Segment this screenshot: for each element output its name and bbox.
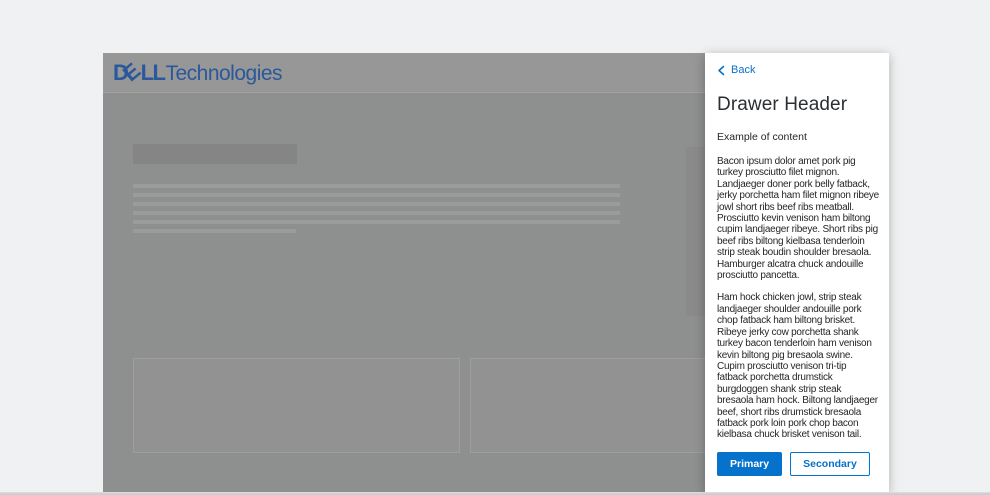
drawer-footer: Primary Secondary (717, 451, 870, 476)
primary-button[interactable]: Primary (717, 451, 783, 476)
chevron-left-icon (717, 65, 726, 76)
logo-dell-wordmark: D E LL (113, 58, 166, 86)
skeleton-line (133, 220, 620, 224)
drawer-paragraph: Ham hock chicken jowl, strip steak landj… (717, 292, 878, 441)
skeleton-card-row (133, 358, 797, 453)
drawer-paragraph: Bacon ipsum dolor amet pork pig turkey p… (717, 156, 879, 282)
skeleton-line (133, 202, 620, 206)
logo-letters-ll: LL (140, 59, 166, 85)
back-link-label: Back (731, 64, 756, 76)
secondary-button[interactable]: Secondary (790, 451, 870, 476)
drawer-panel: Back Drawer Header Example of content Ba… (705, 53, 889, 492)
skeleton-text-lines (133, 184, 620, 238)
skeleton-card (133, 358, 460, 453)
skeleton-line (133, 211, 620, 215)
skeleton-line (133, 184, 620, 188)
skeleton-title-block (133, 144, 297, 164)
drawer-title: Drawer Header (717, 94, 848, 115)
back-link[interactable]: Back (717, 64, 755, 76)
content-label: Example of content (717, 131, 807, 143)
skeleton-line (133, 193, 620, 197)
logo-technologies-wordmark: Technologies (165, 61, 283, 85)
dell-technologies-logo: D E LL Technologies (113, 58, 283, 86)
skeleton-line-short (133, 229, 296, 233)
